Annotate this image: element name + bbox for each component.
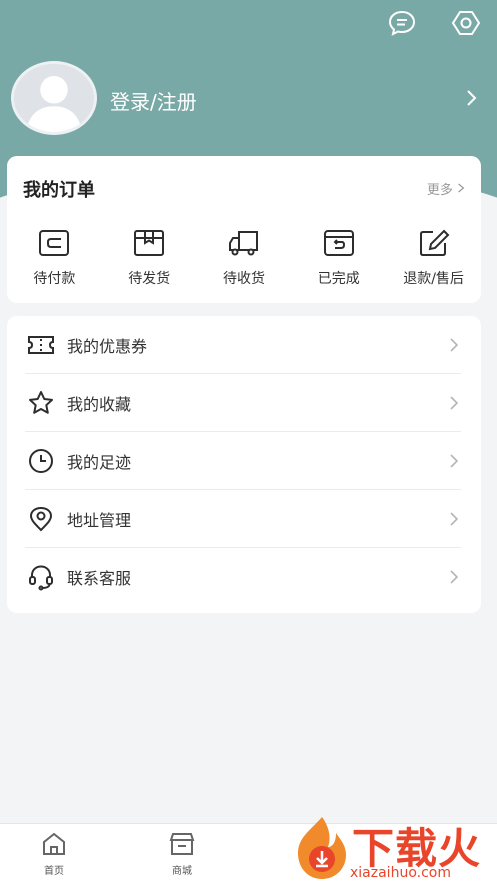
watermark-logo: 下载火 xiazaihuo.com (292, 815, 497, 883)
star-icon (27, 389, 55, 417)
menu-item-history[interactable]: 我的足迹 (25, 432, 461, 490)
orders-more-label: 更多 (426, 183, 453, 198)
home-icon (43, 832, 65, 855)
order-label: 已完成 (317, 271, 360, 287)
chevron-right-icon (457, 183, 465, 198)
menu-item-favorites[interactable]: 我的收藏 (25, 374, 461, 432)
tab-store[interactable]: 商城 (152, 830, 212, 877)
menu-label: 我的足迹 (67, 452, 132, 472)
user-silhouette-icon (14, 64, 94, 132)
menu-label: 我的收藏 (67, 394, 132, 414)
message-icon[interactable] (387, 8, 417, 38)
watermark-url: xiazaihuo.com (350, 865, 451, 881)
orders-title: 我的订单 (23, 180, 95, 201)
wallet-icon (39, 230, 70, 256)
chevron-right-icon[interactable] (461, 86, 483, 110)
chevron-right-icon (447, 509, 461, 529)
order-label: 退款/售后 (403, 271, 464, 287)
chevron-right-icon (447, 567, 461, 587)
settings-icon[interactable] (451, 8, 481, 38)
store-icon (169, 833, 195, 855)
headset-icon (27, 563, 55, 591)
order-item-pending-payment[interactable]: 待付款 (7, 228, 101, 288)
chevron-right-icon (447, 393, 461, 413)
order-item-refund[interactable]: 退款/售后 (387, 228, 481, 288)
truck-icon (228, 231, 258, 256)
orders-more-link[interactable]: 更多 (427, 179, 465, 198)
order-item-pending-receipt[interactable]: 待收货 (197, 228, 291, 288)
chevron-right-icon (447, 451, 461, 471)
orders-status-row: 待付款 待发货 待收货 已完成 退款/售后 (7, 228, 481, 288)
coupon-icon (27, 331, 55, 359)
order-label: 待收货 (222, 271, 265, 287)
box-icon (134, 230, 165, 256)
menu-item-customer-service[interactable]: 联系客服 (25, 548, 461, 606)
done-box-icon (323, 230, 354, 256)
chevron-right-icon (447, 335, 461, 355)
flame-logo-icon (298, 817, 346, 879)
order-label: 待付款 (33, 271, 76, 287)
login-register-link[interactable]: 登录/注册 (110, 86, 197, 115)
menu-card: 我的优惠券 我的收藏 我的足迹 地址管理 联系客服 (7, 316, 481, 613)
tab-label: 首页 (44, 866, 64, 877)
edit-icon (419, 229, 449, 256)
menu-label: 我的优惠券 (67, 336, 148, 356)
order-label: 待发货 (128, 271, 171, 287)
menu-item-address[interactable]: 地址管理 (25, 490, 461, 548)
tab-label: 商城 (172, 866, 192, 877)
menu-label: 地址管理 (67, 510, 132, 530)
location-icon (27, 505, 55, 533)
avatar[interactable] (11, 61, 97, 135)
tab-home[interactable]: 首页 (24, 830, 84, 877)
menu-label: 联系客服 (67, 569, 132, 588)
clock-icon (27, 447, 55, 475)
order-item-completed[interactable]: 已完成 (292, 228, 386, 288)
menu-item-coupons[interactable]: 我的优惠券 (25, 316, 461, 374)
orders-card: 我的订单 更多 待付款 待发货 待收货 已完成 退款/售后 (7, 156, 481, 303)
order-item-pending-shipment[interactable]: 待发货 (102, 228, 196, 288)
